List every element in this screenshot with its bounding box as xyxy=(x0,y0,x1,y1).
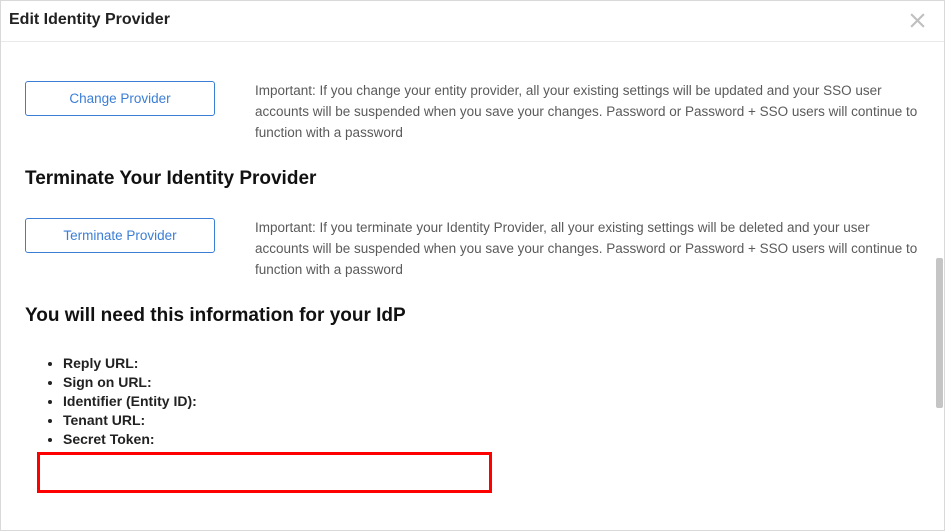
close-icon[interactable] xyxy=(903,12,932,29)
x-icon xyxy=(909,12,926,29)
list-item: Tenant URL: xyxy=(63,412,920,428)
change-provider-description: Important: If you change your entity pro… xyxy=(255,81,920,144)
change-provider-button[interactable]: Change Provider xyxy=(25,81,215,116)
vertical-scrollbar[interactable] xyxy=(935,45,943,528)
dialog-title: Edit Identity Provider xyxy=(9,11,170,29)
dialog-body: Change Provider Important: If you change… xyxy=(3,45,942,528)
dialog-header: Edit Identity Provider xyxy=(1,1,944,42)
list-item: Reply URL: xyxy=(63,355,920,371)
terminate-provider-button[interactable]: Terminate Provider xyxy=(25,218,215,253)
terminate-heading: Terminate Your Identity Provider xyxy=(25,168,920,190)
edit-identity-provider-dialog: Edit Identity Provider Change Provider I… xyxy=(0,0,945,531)
idp-info-list: Reply URL: Sign on URL: Identifier (Enti… xyxy=(45,355,920,447)
list-item: Identifier (Entity ID): xyxy=(63,393,920,409)
terminate-provider-description: Important: If you terminate your Identit… xyxy=(255,218,920,281)
terminate-provider-row: Terminate Provider Important: If you ter… xyxy=(25,218,920,281)
list-item: Secret Token: xyxy=(63,431,920,447)
change-provider-row: Change Provider Important: If you change… xyxy=(25,81,920,144)
list-item: Sign on URL: xyxy=(63,374,920,390)
info-heading: You will need this information for your … xyxy=(25,305,920,327)
scrollbar-thumb[interactable] xyxy=(936,258,943,408)
